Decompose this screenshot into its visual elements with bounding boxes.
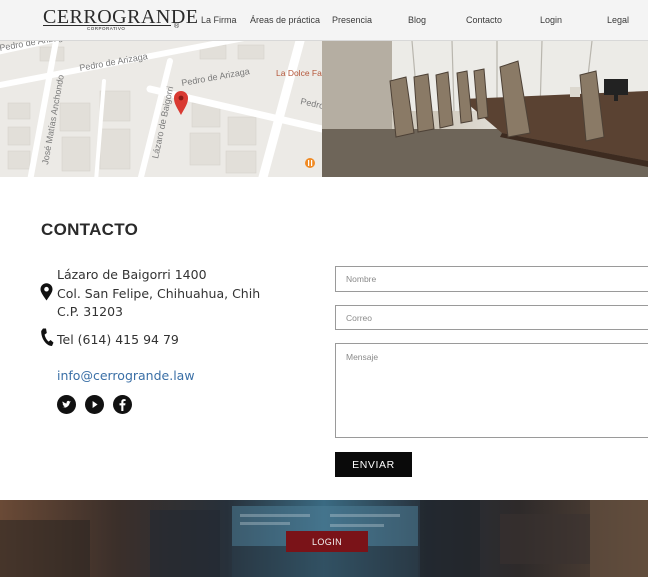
street-label: Pedro de Arizaga xyxy=(181,66,251,88)
boardroom-illustration xyxy=(322,41,648,177)
nav-item-areas[interactable]: Áreas de práctica xyxy=(250,15,320,25)
nav-item-blog[interactable]: Blog xyxy=(408,15,426,25)
name-field[interactable] xyxy=(335,266,648,292)
email-link[interactable]: info@cerrogrande.law xyxy=(57,368,195,383)
street-label: Pedro de Arizaga xyxy=(79,51,149,73)
logo[interactable]: CERROGRANDE CORPORATIVO ® xyxy=(43,6,198,34)
hero-banner: Pedro de Arizaga Pedro de Arizaga Pedro … xyxy=(0,41,648,177)
office-photo xyxy=(322,41,648,177)
street-label: Pedro de xyxy=(300,96,322,113)
footer-login-button[interactable]: LOGIN xyxy=(286,531,368,552)
logo-tagline: CORPORATIVO xyxy=(87,26,126,31)
nav-item-login[interactable]: Login xyxy=(540,15,562,25)
map-canvas: Pedro de Arizaga Pedro de Arizaga Pedro … xyxy=(0,41,322,177)
twitter-icon[interactable] xyxy=(57,395,76,414)
nav-item-legal[interactable]: Legal xyxy=(607,15,629,25)
address-line-1: Lázaro de Baigorri 1400 xyxy=(57,267,207,282)
location-marker[interactable] xyxy=(174,91,188,115)
address-line-3: C.P. 31203 xyxy=(57,304,124,319)
nav-item-presencia[interactable]: Presencia xyxy=(332,15,372,25)
address-line-2: Col. San Felipe, Chihuahua, Chih xyxy=(57,286,261,301)
facebook-icon[interactable] xyxy=(113,395,132,414)
submit-button[interactable]: ENVIAR xyxy=(335,452,412,477)
section-title: CONTACTO xyxy=(41,220,139,239)
youtube-icon[interactable] xyxy=(85,395,104,414)
poi-label: La Dolce Farniente xyxy=(276,68,322,78)
registered-mark: ® xyxy=(174,23,180,30)
message-field[interactable] xyxy=(335,343,648,438)
nav-item-la-firma[interactable]: La Firma xyxy=(201,15,237,25)
map-pin-icon xyxy=(40,283,53,301)
top-nav: CERROGRANDE CORPORATIVO ® La Firma Áreas… xyxy=(0,0,648,41)
phone-number: Tel (614) 415 94 79 xyxy=(57,332,179,347)
email-field[interactable] xyxy=(335,305,648,330)
restaurant-icon xyxy=(305,158,315,168)
nav-item-contacto[interactable]: Contacto xyxy=(466,15,502,25)
phone-icon xyxy=(40,328,54,347)
location-map[interactable]: Pedro de Arizaga Pedro de Arizaga Pedro … xyxy=(0,41,322,177)
